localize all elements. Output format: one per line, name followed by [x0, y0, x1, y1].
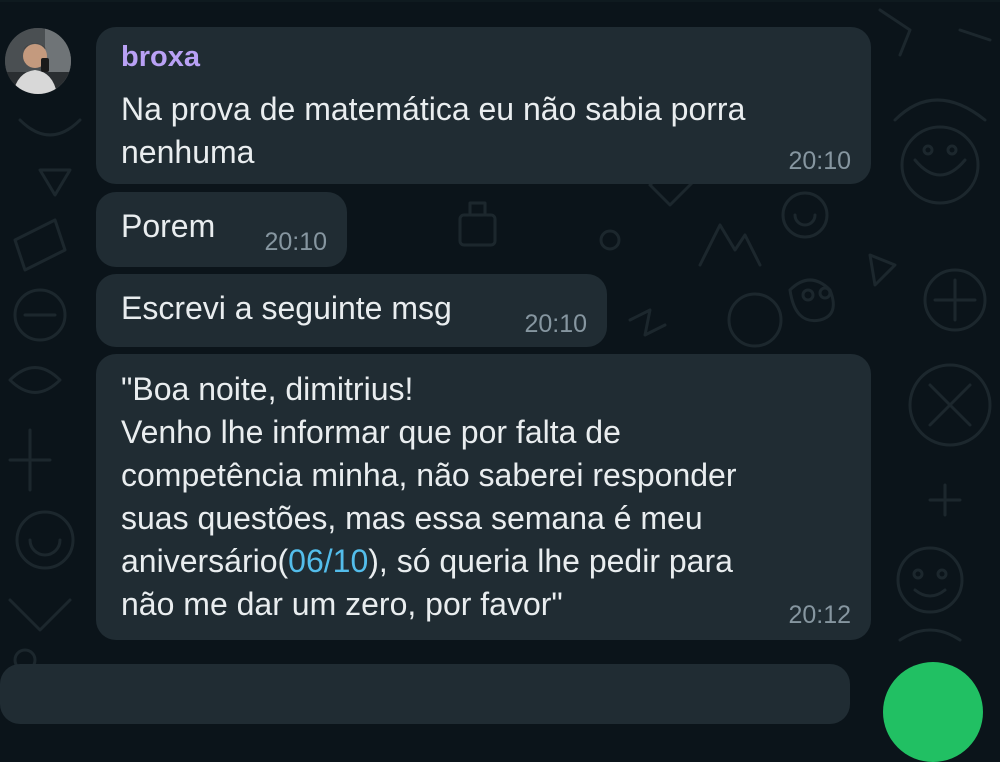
message-bubble[interactable]: Porem 20:10 — [96, 192, 347, 267]
message-time: 20:10 — [264, 228, 327, 256]
message-bubble[interactable]: "Boa noite, dimitrius! Venho lhe informa… — [96, 354, 871, 640]
avatar[interactable] — [5, 28, 71, 94]
message-time: 20:12 — [788, 601, 851, 629]
message-time: 20:10 — [788, 147, 851, 175]
sender-name[interactable]: broxa — [121, 40, 200, 74]
message-time: 20:10 — [524, 310, 587, 338]
scroll-fab-button[interactable] — [883, 662, 983, 762]
message-text: Porem — [121, 208, 216, 244]
message-bubble-partial[interactable] — [0, 664, 850, 724]
date-link[interactable]: 06/10 — [288, 543, 368, 579]
message-bubble[interactable]: broxa Na prova de matemática eu não sabi… — [96, 27, 871, 184]
message-text: "Boa noite, dimitrius! Venho lhe informa… — [121, 368, 736, 626]
message-text: Escrevi a seguinte msg — [121, 290, 452, 326]
user-avatar-icon — [5, 28, 71, 94]
message-bubble[interactable]: Escrevi a seguinte msg 20:10 — [96, 274, 607, 347]
message-text: Na prova de matemática eu não sabia porr… — [121, 91, 746, 170]
top-divider — [0, 0, 1000, 2]
